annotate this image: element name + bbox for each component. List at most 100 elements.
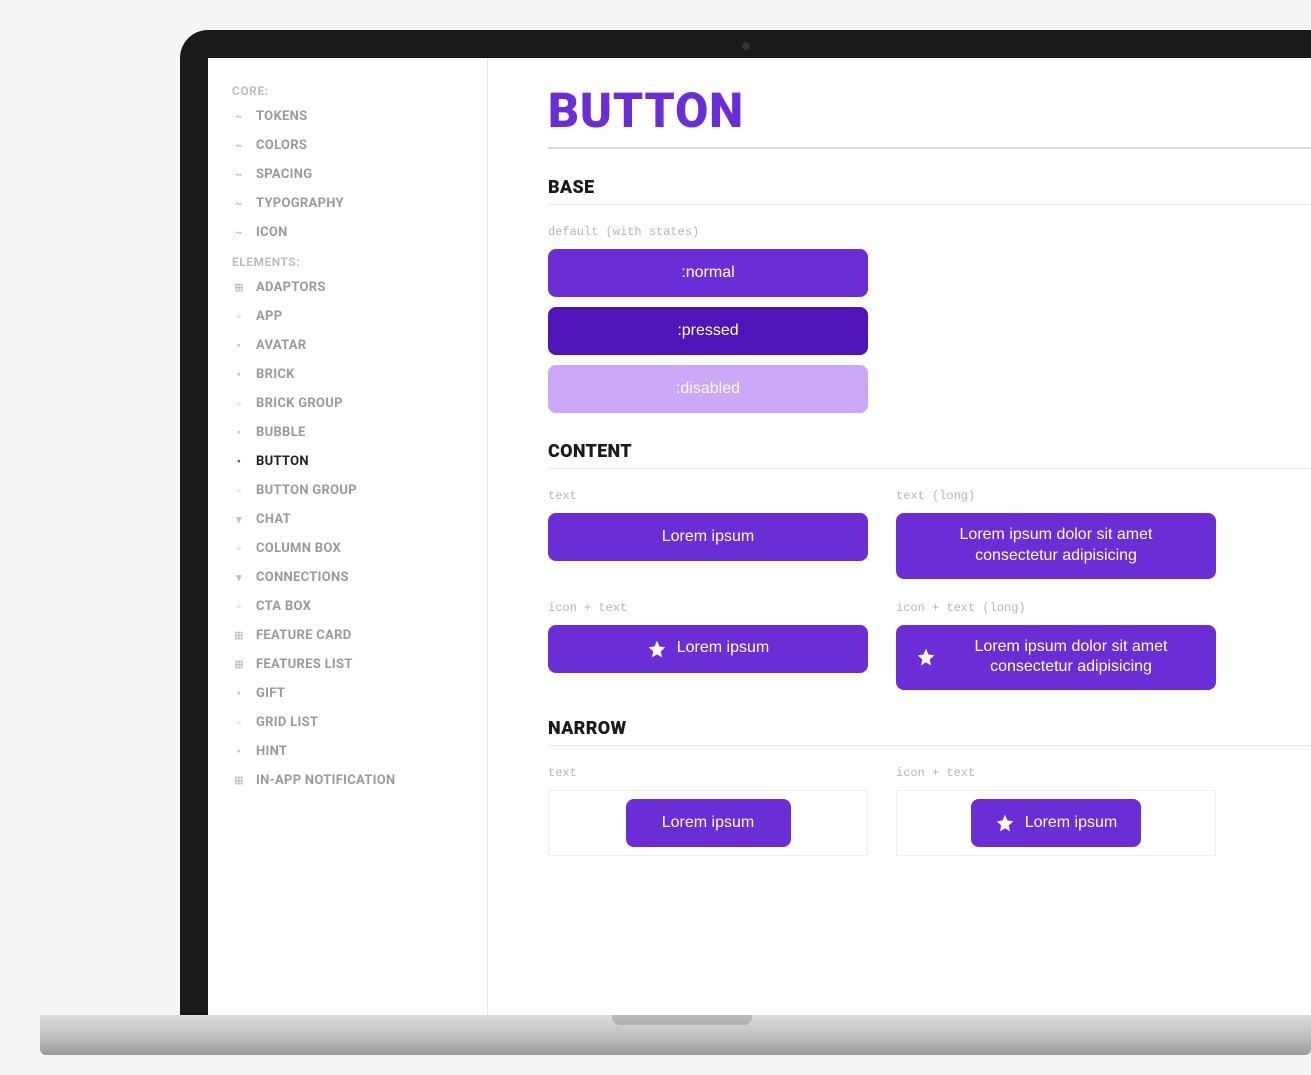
divider (548, 468, 1311, 469)
page-title: BUTTON (548, 82, 1311, 139)
sidebar-item-chat[interactable]: ▾ CHAT (208, 505, 487, 534)
tree-icon: ⊞ (232, 629, 246, 642)
box-icon: ▫ (232, 484, 246, 497)
sidebar-item-label: IN-APP NOTIFICATION (256, 773, 395, 788)
variant-label: text (long) (896, 489, 1216, 503)
sidebar-item-label: FEATURES LIST (256, 657, 353, 672)
sidebar-item-icon[interactable]: ~ ICON (208, 218, 487, 247)
variant-label: text (548, 489, 868, 503)
tilde-icon: ~ (232, 110, 246, 123)
sidebar-item-feature-card[interactable]: ⊞ FEATURE CARD (208, 621, 487, 650)
sidebar-item-label: BRICK GROUP (256, 396, 343, 411)
dot-icon: • (232, 426, 246, 439)
variant-narrow-text: text Lorem ipsum (548, 766, 868, 856)
narrow-wrapper: Lorem ipsum (548, 790, 868, 856)
button-label: Lorem ipsum (1025, 813, 1117, 834)
tilde-icon: ~ (232, 139, 246, 152)
box-icon: ▫ (232, 397, 246, 410)
divider (548, 745, 1311, 746)
sidebar-item-tokens[interactable]: ~ TOKENS (208, 102, 487, 131)
sidebar-item-label: TOKENS (256, 109, 307, 124)
content-row-2: icon + text Lorem ipsum icon + text (lon… (548, 601, 1311, 691)
dot-icon: • (232, 368, 246, 381)
sidebar-item-typography[interactable]: ~ TYPOGRAPHY (208, 189, 487, 218)
button-label: Lorem ipsum (677, 638, 769, 659)
dot-icon: • (232, 455, 246, 468)
variant-label: text (548, 766, 868, 780)
button-label: :disabled (676, 379, 740, 400)
section-title-base: BASE (548, 177, 1311, 198)
tilde-icon: ~ (232, 197, 246, 210)
box-icon: ▫ (232, 600, 246, 613)
button-label: :normal (681, 263, 734, 284)
sidebar: CORE: ~ TOKENS ~ COLORS ~ SPACING ~ TYPO… (208, 58, 488, 1015)
sidebar-item-button[interactable]: • BUTTON (208, 447, 487, 476)
sidebar-item-hint[interactable]: • HINT (208, 737, 487, 766)
sidebar-item-avatar[interactable]: • AVATAR (208, 331, 487, 360)
button-icon-text[interactable]: Lorem ipsum (548, 625, 868, 673)
button-pressed[interactable]: :pressed (548, 307, 868, 355)
sidebar-item-button-group[interactable]: ▫ BUTTON GROUP (208, 476, 487, 505)
main-content: BUTTON BASE default (with states) :norma… (488, 58, 1311, 1015)
dot-icon: • (232, 745, 246, 758)
sidebar-item-brick[interactable]: • BRICK (208, 360, 487, 389)
button-normal[interactable]: :normal (548, 249, 868, 297)
sidebar-item-in-app-notification[interactable]: ⊞ IN-APP NOTIFICATION (208, 766, 487, 795)
variant-label: icon + text (long) (896, 601, 1216, 615)
sidebar-item-column-box[interactable]: ▫ COLUMN BOX (208, 534, 487, 563)
sidebar-item-label: ADAPTORS (256, 280, 326, 295)
button-narrow-icon-text[interactable]: Lorem ipsum (971, 799, 1141, 847)
button-narrow-text[interactable]: Lorem ipsum (626, 799, 791, 847)
tree-icon: ⊞ (232, 774, 246, 787)
sidebar-item-adaptors[interactable]: ⊞ ADAPTORS (208, 273, 487, 302)
section-title-content: CONTENT (548, 441, 1311, 462)
laptop-frame: CORE: ~ TOKENS ~ COLORS ~ SPACING ~ TYPO… (180, 30, 1311, 1015)
star-icon (647, 639, 667, 659)
narrow-wrapper: Lorem ipsum (896, 790, 1216, 856)
sidebar-item-grid-list[interactable]: ▫ GRID LIST (208, 708, 487, 737)
sidebar-item-label: AVATAR (256, 338, 306, 353)
star-icon (995, 813, 1015, 833)
button-icon-text-long[interactable]: Lorem ipsum dolor sit amet consectetur a… (896, 625, 1216, 691)
sidebar-item-features-list[interactable]: ⊞ FEATURES LIST (208, 650, 487, 679)
sidebar-item-label: BUBBLE (256, 425, 306, 440)
tree-icon: ⊞ (232, 658, 246, 671)
sidebar-item-label: GIFT (256, 686, 285, 701)
laptop-base (40, 1015, 1311, 1055)
sidebar-item-colors[interactable]: ~ COLORS (208, 131, 487, 160)
sidebar-item-label: TYPOGRAPHY (256, 196, 344, 211)
sidebar-item-spacing[interactable]: ~ SPACING (208, 160, 487, 189)
sidebar-item-connections[interactable]: ▾ CONNECTIONS (208, 563, 487, 592)
section-title-narrow: NARROW (548, 718, 1311, 739)
sidebar-item-brick-group[interactable]: ▫ BRICK GROUP (208, 389, 487, 418)
sidebar-item-label: FEATURE CARD (256, 628, 352, 643)
sidebar-item-gift[interactable]: • GIFT (208, 679, 487, 708)
variant-default-states: default (with states) :normal :pressed :… (548, 225, 868, 413)
variant-label: icon + text (548, 601, 868, 615)
tree-icon: ⊞ (232, 281, 246, 294)
dot-icon: • (232, 687, 246, 700)
button-disabled: :disabled (548, 365, 868, 413)
sidebar-item-label: ICON (256, 225, 288, 240)
narrow-row: text Lorem ipsum icon + text Lorem ipsum (548, 766, 1311, 856)
button-text-long[interactable]: Lorem ipsum dolor sit amet consectetur a… (896, 513, 1216, 579)
divider (548, 147, 1311, 149)
button-text[interactable]: Lorem ipsum (548, 513, 868, 561)
sidebar-item-cta-box[interactable]: ▫ CTA BOX (208, 592, 487, 621)
sidebar-item-label: APP (256, 309, 282, 324)
box-icon: ▫ (232, 716, 246, 729)
variant-label: default (with states) (548, 225, 868, 239)
sidebar-item-label: HINT (256, 744, 287, 759)
sidebar-item-app[interactable]: ▫ APP (208, 302, 487, 331)
button-label: Lorem ipsum dolor sit amet consectetur a… (916, 525, 1196, 567)
divider (548, 204, 1311, 205)
content-row-1: text Lorem ipsum text (long) Lorem ipsum… (548, 489, 1311, 579)
sidebar-item-bubble[interactable]: • BUBBLE (208, 418, 487, 447)
caret-down-icon: ▾ (232, 513, 246, 526)
box-icon: ▫ (232, 542, 246, 555)
variant-text: text Lorem ipsum (548, 489, 868, 579)
sidebar-item-label: CTA BOX (256, 599, 311, 614)
button-label: Lorem ipsum dolor sit amet consectetur a… (946, 637, 1196, 679)
tilde-icon: ~ (232, 168, 246, 181)
sidebar-item-label: SPACING (256, 167, 312, 182)
